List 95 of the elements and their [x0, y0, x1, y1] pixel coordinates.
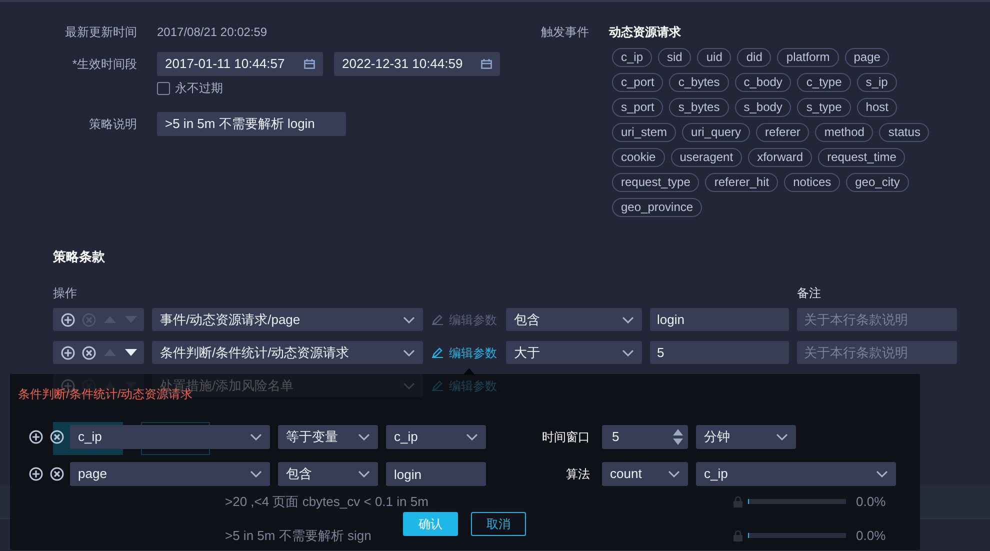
operator-select[interactable]: 包含 [506, 308, 642, 331]
add-circle-icon[interactable] [29, 467, 43, 481]
add-circle-icon[interactable] [29, 430, 43, 444]
pencil-icon [432, 347, 443, 358]
field-tag: host [856, 98, 898, 117]
value-field[interactable]: login [386, 462, 486, 486]
field-tag: page [844, 48, 890, 67]
field-tag: request_type [612, 173, 700, 192]
field-select[interactable]: page [70, 462, 270, 486]
chevron-down-icon [250, 433, 262, 441]
date-field[interactable]: 2022-12-31 10:44:59 [334, 52, 500, 76]
chevron-down-icon [358, 470, 370, 478]
strategy-description: >20 ,<4 页面 cbytes_cv < 0.1 in 5m [225, 492, 430, 511]
unit-select[interactable]: 分钟 [696, 425, 796, 449]
move-down-icon[interactable] [124, 347, 138, 358]
field-tag: s_port [612, 98, 664, 117]
number-field[interactable]: 5 [602, 425, 688, 449]
spinner-icon[interactable] [672, 428, 684, 446]
chevron-down-icon [622, 316, 634, 324]
pencil-icon [432, 314, 443, 325]
checkbox-label: 永不过期 [175, 80, 223, 97]
chevron-down-icon [876, 470, 888, 478]
algorithm-select[interactable]: count [602, 462, 688, 486]
field-tag: c_body [734, 73, 792, 92]
field-label: 触发事件 [541, 24, 589, 41]
field-select[interactable]: c_ip [70, 425, 270, 449]
percent-text: 0.0% [856, 492, 886, 511]
calendar-icon [304, 59, 315, 69]
field-tag: s_ip [856, 73, 897, 92]
update-time: 2017/08/21 20:02:59 [157, 24, 268, 41]
add-circle-icon[interactable] [61, 346, 75, 360]
operator-select[interactable]: 大于 [506, 341, 642, 364]
field-tag: c_type [797, 73, 851, 92]
field-tag: s_bytes [669, 98, 729, 117]
field-tag: referer_hit [705, 173, 778, 192]
remove-circle-icon[interactable] [50, 467, 64, 481]
chevron-down-icon [622, 348, 634, 356]
chevron-down-icon [403, 348, 415, 356]
field-tag: platform [777, 48, 839, 67]
add-circle-icon[interactable] [61, 312, 75, 326]
value-select[interactable]: c_ip [386, 425, 486, 449]
remove-circle-icon[interactable] [50, 430, 64, 444]
remove-circle-icon[interactable] [82, 346, 96, 360]
chevron-down-icon [250, 470, 262, 478]
field-tag: notices [784, 173, 840, 192]
field-tag: method [815, 123, 874, 142]
percent-text: 0.0% [856, 526, 886, 545]
edit-params-link[interactable]: 编辑参数 [432, 344, 506, 362]
field-select[interactable]: c_ip [696, 462, 896, 486]
field-tag: request_time [818, 148, 906, 167]
value-field[interactable]: login [650, 308, 789, 331]
section-title: 策略条款 [53, 248, 106, 266]
field-label: *生效时间段 [71, 56, 137, 73]
field-tag: c_port [612, 73, 664, 92]
chevron-down-icon [668, 470, 680, 478]
description-field[interactable]: >5 in 5m 不需要解析 login [157, 112, 346, 136]
field-tag: uid [697, 48, 732, 67]
note-field[interactable]: 关于本行条款说明 [797, 341, 957, 364]
field-tag: useragent [670, 148, 742, 167]
field-tag: sid [658, 48, 692, 67]
value-field[interactable]: 5 [650, 341, 789, 364]
chevron-down-icon [466, 433, 478, 441]
field-tag: s_type [797, 98, 851, 117]
event-name: 动态资源请求 [609, 24, 682, 41]
column-header: 备注 [797, 285, 821, 301]
strategy-description: >5 in 5m 不需要解析 sign [225, 526, 372, 545]
field-tag: c_bytes [669, 73, 729, 92]
path-select[interactable]: 条件判断/条件统计/动态资源请求 [152, 341, 423, 364]
field-tag: referer [756, 123, 810, 142]
cancel-button[interactable]: 取消 [471, 512, 526, 536]
field-tag: c_ip [612, 48, 652, 67]
field-tag: uri_stem [612, 123, 676, 142]
date-field[interactable]: 2017-01-11 10:44:57 [157, 52, 323, 76]
operator-select[interactable]: 包含 [278, 462, 378, 486]
column-header: 操作 [53, 285, 78, 301]
field-tag: status [879, 123, 930, 142]
field-tag: s_body [734, 98, 792, 117]
operator-select[interactable]: 等于变量 [278, 425, 378, 449]
field-tag: geo_city [846, 173, 909, 192]
calendar-icon [481, 59, 492, 69]
checkbox[interactable] [157, 82, 170, 94]
field-tag: xforward [748, 148, 812, 167]
note-field[interactable]: 关于本行条款说明 [797, 308, 957, 331]
field-tag: geo_province [612, 198, 702, 217]
chevron-down-icon [358, 433, 370, 441]
field-label: 策略说明 [88, 116, 137, 133]
field-label: 时间窗口 [541, 429, 590, 446]
field-tag: did [737, 48, 772, 67]
chevron-down-icon [403, 316, 415, 324]
field-tag: uri_query [682, 123, 750, 142]
field-tag: cookie [612, 148, 665, 167]
chevron-down-icon [776, 433, 788, 441]
field-label: 算法 [565, 466, 590, 483]
path-select[interactable]: 事件/动态资源请求/page [152, 308, 423, 331]
field-label: 最新更新时间 [64, 24, 137, 41]
